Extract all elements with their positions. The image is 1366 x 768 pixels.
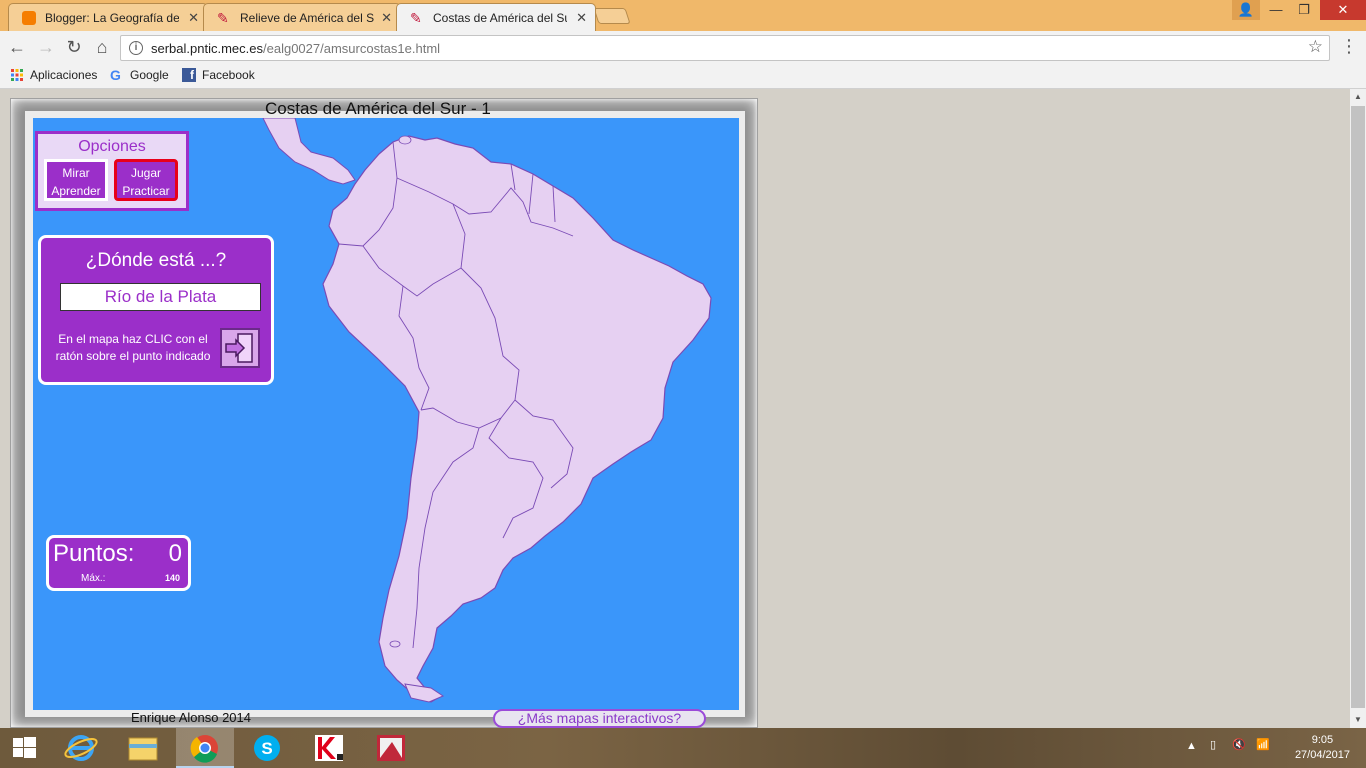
- exit-button[interactable]: [220, 328, 260, 368]
- mirar-label: Mirar: [62, 166, 90, 180]
- facebook-icon: f: [182, 68, 196, 82]
- user-profile-icon[interactable]: 👤: [1232, 0, 1260, 20]
- apps-grid-icon: [11, 69, 23, 81]
- address-bar[interactable]: i serbal.pntic.mec.es/ealg0027/amsurcost…: [120, 35, 1330, 61]
- battery-icon[interactable]: ▯: [1210, 738, 1216, 751]
- aprender-label: Aprender: [51, 184, 101, 198]
- feather-icon: ✎: [410, 10, 422, 26]
- windows-logo-icon: [13, 737, 36, 758]
- tab-label: Costas de América del Su: [433, 11, 567, 25]
- score-panel: Puntos: 0 Máx.: 140: [46, 535, 191, 591]
- mirar-aprender-button[interactable]: Mirar Aprender: [44, 159, 108, 201]
- reload-icon[interactable]: ↻: [63, 36, 85, 58]
- bookmark-facebook[interactable]: f Facebook: [182, 68, 255, 82]
- tab-label: Blogger: La Geografía de: [45, 11, 179, 25]
- tab-relieve[interactable]: ✎ Relieve de América del Su ✕: [203, 3, 401, 31]
- network-signal-icon[interactable]: 📶: [1256, 738, 1270, 751]
- url-host: serbal.pntic.mec.es: [151, 41, 263, 56]
- score-max-label: Máx.:: [81, 573, 106, 584]
- options-panel: Opciones Mirar Aprender Jugar Practicar: [35, 131, 189, 211]
- back-arrow-icon[interactable]: ←: [6, 36, 28, 58]
- bookmark-label: Facebook: [202, 68, 255, 82]
- score-value: 0: [168, 540, 182, 567]
- south-america-land: [322, 135, 712, 703]
- question-target: Río de la Plata: [60, 283, 261, 311]
- forward-arrow-icon[interactable]: →: [35, 36, 57, 58]
- bookmarks-bar: Aplicaciones G Google f Facebook: [0, 64, 1366, 89]
- menu-kebab-icon[interactable]: ⋮: [1340, 37, 1358, 55]
- tierra-del-fuego: [404, 683, 445, 703]
- question-title: ¿Dónde está ...?: [85, 250, 227, 271]
- info-icon[interactable]: i: [129, 41, 143, 55]
- bookmark-label: Google: [130, 68, 169, 82]
- start-button[interactable]: [0, 728, 50, 768]
- tab-costas[interactable]: ✎ Costas de América del Su ✕: [396, 3, 596, 31]
- new-tab-button[interactable]: [593, 8, 631, 24]
- home-icon[interactable]: ⌂: [91, 36, 113, 58]
- scrollbar-thumb[interactable]: [1351, 106, 1365, 708]
- question-panel: ¿Dónde está ...? Río de la Plata En el m…: [38, 235, 274, 385]
- tab-blogger[interactable]: Blogger: La Geografía de ✕: [8, 3, 208, 31]
- taskbar-clock[interactable]: 9:05 27/04/2017: [1295, 733, 1350, 763]
- score-label: Puntos:: [53, 540, 135, 567]
- kaspersky-icon[interactable]: [300, 728, 358, 768]
- feather-icon: ✎: [217, 10, 229, 26]
- jugar-label: Jugar: [130, 166, 162, 180]
- scroll-down-icon[interactable]: ▼: [1350, 712, 1366, 728]
- bookmark-label: Aplicaciones: [30, 68, 98, 82]
- blogger-icon: [22, 11, 36, 25]
- internet-explorer-icon[interactable]: [52, 728, 110, 768]
- scroll-up-icon[interactable]: ▲: [1350, 89, 1366, 105]
- more-maps-link[interactable]: ¿Más mapas interactivos?: [493, 709, 706, 728]
- close-icon[interactable]: ✕: [381, 10, 392, 26]
- options-title: Opciones: [78, 138, 146, 155]
- svg-text:S: S: [261, 739, 272, 758]
- url-path: /ealg0027/amsurcostas1e.html: [263, 41, 441, 56]
- chrome-icon[interactable]: [176, 728, 234, 768]
- exit-door-icon: [225, 333, 253, 363]
- skype-icon[interactable]: S: [238, 728, 296, 768]
- google-g-icon: G: [110, 67, 121, 83]
- windows-taskbar: S ▲ ▯ 🔇 📶 9:05 27/04/2017: [0, 728, 1366, 768]
- author-credit: Enrique Alonso 2014: [131, 710, 251, 725]
- volume-muted-icon[interactable]: 🔇: [1232, 738, 1246, 751]
- page-scrollbar[interactable]: ▲ ▼: [1350, 89, 1366, 728]
- url-text[interactable]: serbal.pntic.mec.es/ealg0027/amsurcostas…: [151, 41, 440, 56]
- close-window-button[interactable]: ✕: [1320, 0, 1366, 20]
- game-title: Costas de América del Sur - 1: [265, 99, 491, 118]
- title-bar: Blogger: La Geografía de ✕ ✎ Relieve de …: [0, 0, 1366, 31]
- restore-button[interactable]: ❐: [1290, 0, 1318, 20]
- practicar-label: Practicar: [122, 184, 170, 198]
- clock-date: 27/04/2017: [1294, 749, 1350, 761]
- jugar-practicar-button[interactable]: Jugar Practicar: [114, 159, 178, 201]
- tab-label: Relieve de América del Su: [240, 11, 374, 25]
- question-help: En el mapa haz CLIC con el ratón sobre e…: [55, 332, 211, 363]
- browser-toolbar: ← → ↻ ⌂ i serbal.pntic.mec.es/ealg0027/a…: [0, 31, 1366, 64]
- close-icon[interactable]: ✕: [188, 10, 199, 26]
- island: [398, 135, 412, 145]
- bookmark-aplicaciones[interactable]: Aplicaciones: [10, 68, 97, 82]
- island: [389, 640, 401, 648]
- file-explorer-icon[interactable]: [114, 728, 172, 768]
- score-max-value: 140: [164, 573, 180, 583]
- central-america-land: [262, 118, 356, 185]
- close-icon[interactable]: ✕: [576, 10, 587, 26]
- bookmark-google[interactable]: G Google: [110, 68, 169, 82]
- image-app-icon[interactable]: [362, 728, 420, 768]
- minimize-button[interactable]: —: [1262, 0, 1290, 20]
- bookmark-star-icon[interactable]: ☆: [1308, 37, 1323, 57]
- clock-time: 9:05: [1311, 734, 1334, 746]
- page-content: Costas de América del Sur - 1 Opciones M…: [0, 89, 1350, 728]
- tray-expand-icon[interactable]: ▲: [1186, 740, 1197, 752]
